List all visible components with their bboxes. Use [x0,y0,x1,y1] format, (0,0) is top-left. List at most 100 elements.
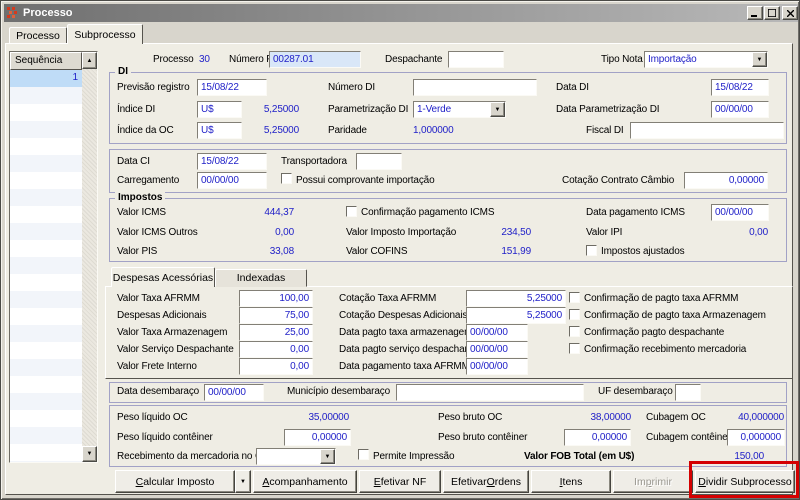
municipio-desembaraco-input[interactable] [396,384,584,401]
recebimento-cd-value [257,449,320,464]
despachante-label: Despachante [385,54,442,65]
data-pagto-despachante-input[interactable] [466,341,528,358]
itens-button[interactable]: Itens [531,470,611,493]
valor-icms-value: 444,37 [231,207,294,218]
close-button[interactable] [782,6,798,20]
processo-value: 30 [199,54,210,65]
despesas-adicionais-label: Despesas Adicionais [117,310,206,321]
imprimir-button: Imprimir [613,470,693,493]
di-legend: DI [115,66,131,77]
scroll-down-icon: ▼ [87,451,93,457]
indice-oc-value: 5,25000 [241,125,299,136]
valor-fob-label: Valor FOB Total (em U$) [524,451,634,462]
efetivar-ordens-button[interactable]: Efetivar Ordens [443,470,529,493]
data-pagamento-icms-input[interactable] [711,204,769,221]
previsao-registro-input[interactable] [197,79,267,96]
conf-pagto-armazenagem-checkbox[interactable] [569,309,580,320]
tab-subprocesso[interactable]: Subprocesso [67,24,143,44]
numero-di-input[interactable] [413,79,537,96]
valor-servico-despachante-input[interactable] [239,341,313,358]
tipo-nota-label: Tipo Nota [601,54,643,65]
sequencia-scrollbar-track[interactable] [82,69,97,447]
cotacao-taxa-afrmm-input[interactable] [466,290,566,307]
tipo-nota-dropdown-icon[interactable]: ▼ [752,52,767,67]
app-icon [7,7,19,19]
data-pagto-armazenagem-input[interactable] [466,324,528,341]
tab-despesas-acessorias[interactable]: Despesas Acessórias [111,267,215,287]
conf-pagto-armazenagem-label: Confirmação de pagto taxa Armazenagem [584,310,766,321]
permite-impressao-checkbox[interactable] [358,449,369,460]
impostos-ajustados-checkbox[interactable] [586,245,597,256]
despachante-input[interactable] [448,51,504,68]
valor-frete-interno-input[interactable] [239,358,313,375]
fiscal-di-label: Fiscal DI [586,125,624,136]
cotacao-despesas-adicionais-input[interactable] [466,307,566,324]
paridade-label: Paridade [328,125,367,136]
calcular-imposto-button[interactable]: Calcular Imposto [115,470,235,493]
uf-desembaraco-label: UF desembaraço [598,386,673,397]
tab-despesas-acessorias-label: Despesas Acessórias [113,272,213,284]
recebimento-cd-label: Recebimento da mercadoria no CD [117,451,269,462]
carregamento-input[interactable] [197,172,267,189]
cotacao-taxa-afrmm-label: Cotação Taxa AFRMM [339,293,436,304]
sequencia-row-selected[interactable]: 1 [10,70,82,87]
scroll-up-button[interactable]: ▲ [82,52,97,69]
transportadora-input[interactable] [356,153,402,170]
tab-processo[interactable]: Processo [9,27,67,44]
cotacao-contrato-input[interactable] [684,172,768,189]
despesas-adicionais-input[interactable] [239,307,313,324]
indice-di-value: 5,25000 [241,104,299,115]
tab-indexadas[interactable]: Indexadas [215,269,307,287]
scroll-down-button[interactable]: ▼ [82,446,97,462]
conf-pagto-despachante-label: Confirmação pagto despachante [584,327,724,338]
indice-oc-currency-input[interactable] [197,122,242,139]
data-parametrizacao-di-input[interactable] [711,101,769,118]
window-title: Processo [23,7,73,19]
parametrizacao-di-select[interactable]: 1-Verde ▼ [413,101,506,118]
valor-taxa-afrmm-input[interactable] [239,290,313,307]
parametrizacao-di-dropdown-icon[interactable]: ▼ [490,102,505,117]
conf-recebimento-label: Confirmação recebimento mercadoria [584,344,746,355]
peso-liquido-conteiner-input[interactable] [284,429,351,446]
valor-icms-outros-label: Valor ICMS Outros [117,227,198,238]
cubagem-conteiner-input[interactable] [727,429,785,446]
previsao-registro-label: Previsão registro [117,82,189,93]
tab-indexadas-label: Indexadas [237,272,285,284]
peso-bruto-oc-label: Peso bruto OC [438,412,502,423]
data-pagamento-afrmm-input[interactable] [466,358,528,375]
impostos-legend: Impostos [115,192,165,203]
uf-desembaraco-input[interactable] [675,384,701,401]
data-di-input[interactable] [711,79,769,96]
numero-po-input[interactable] [269,51,361,68]
conf-pagto-afrmm-checkbox[interactable] [569,292,580,303]
confirmacao-icms-label: Confirmação pagamento ICMS [361,207,494,218]
peso-bruto-conteiner-label: Peso bruto contêiner [438,432,527,443]
fiscal-di-input[interactable] [630,122,784,139]
confirmacao-icms-checkbox[interactable] [346,206,357,217]
indice-oc-label: Índice da OC [117,125,174,136]
peso-bruto-oc-value: 38,00000 [553,412,631,423]
data-ci-input[interactable] [197,153,267,170]
calcular-imposto-split-button[interactable]: ▼ [235,470,251,493]
recebimento-cd-dropdown-icon[interactable]: ▼ [320,449,335,464]
conf-recebimento-checkbox[interactable] [569,343,580,354]
valor-icms-outros-value: 0,00 [231,227,294,238]
recebimento-cd-select[interactable]: ▼ [256,448,336,465]
data-pagamento-icms-label: Data pagamento ICMS [586,207,685,218]
possui-comprovante-checkbox[interactable] [281,173,292,184]
data-desembaraco-input[interactable] [204,384,264,401]
indice-di-currency-input[interactable] [197,101,242,118]
tab-processo-label: Processo [16,30,60,42]
peso-bruto-conteiner-input[interactable] [564,429,631,446]
maximize-button[interactable] [764,6,780,20]
data-pagamento-afrmm-label: Data pagamento taxa AFRMM [339,361,470,372]
minimize-button[interactable] [747,6,763,20]
acompanhamento-button[interactable]: Acompanhamento [253,470,357,493]
efetivar-nf-button[interactable]: Efetivar NF [359,470,441,493]
valor-taxa-armazenagem-input[interactable] [239,324,313,341]
tipo-nota-select[interactable]: Importação ▼ [644,51,768,68]
tipo-nota-value: Importação [645,52,752,67]
conf-pagto-despachante-checkbox[interactable] [569,326,580,337]
sequencia-column-header[interactable]: Sequência [10,52,82,70]
data-parametrizacao-di-label: Data Parametrização DI [556,104,659,115]
